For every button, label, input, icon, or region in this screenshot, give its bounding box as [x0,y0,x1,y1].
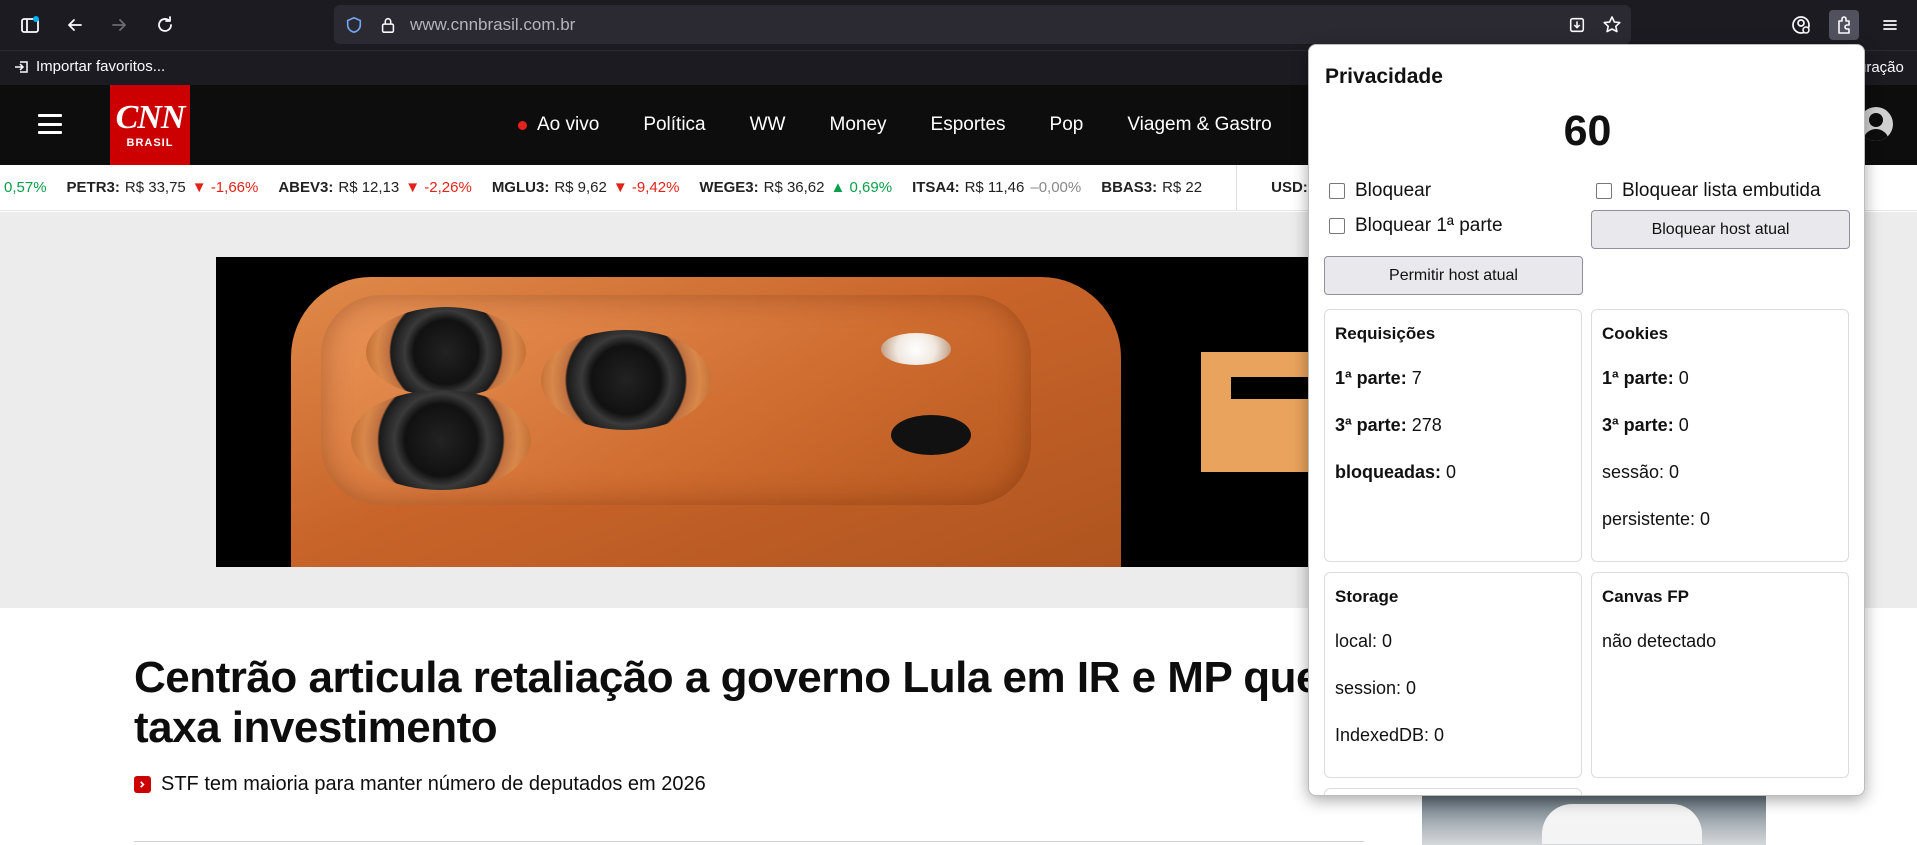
shield-icon[interactable] [344,15,364,35]
cookies-session: sessão: 0 [1602,462,1680,482]
lock-icon[interactable] [378,15,398,35]
phone-image [291,277,1121,567]
checkbox-icon[interactable] [1329,183,1345,199]
content-divider [134,841,1364,842]
block-first-party-checkbox[interactable]: Bloquear 1ª parte [1329,215,1503,237]
storage-session: session: 0 [1335,678,1417,698]
cookies-persistent: persistente: 0 [1602,509,1711,529]
nav-item-money[interactable]: Money [830,114,887,136]
requests-card: Requisições 1ª parte: 7 3ª parte: 278 bl… [1324,309,1582,562]
block-list-checkbox[interactable]: Bloquear lista embutida [1596,180,1821,202]
requests-blocked: bloqueadas: 0 [1335,462,1457,482]
nav-item-ao-vivo[interactable]: Ao vivo [518,114,599,136]
privacy-score: 60 [1563,107,1612,155]
requests-third-party: 3ª parte: 278 [1335,415,1442,435]
nav-item-ww[interactable]: WW [750,114,786,136]
import-bookmarks-link[interactable]: Importar favoritos... [14,58,165,75]
ticker-first-change: 0,57% [4,179,47,196]
chevron-right-icon [134,776,151,793]
checkbox-icon[interactable] [1329,218,1345,234]
import-bookmarks-label: Importar favoritos... [36,58,166,75]
ticker-item[interactable]: ITSA4: R$ 11,46–0,00% [912,179,1081,196]
nav-item-politica[interactable]: Política [643,114,705,136]
bookmark-star-icon[interactable] [1602,15,1622,35]
cookies-first-party: 1ª parte: 0 [1602,368,1689,388]
ticker-item[interactable]: BBAS3: R$ 22 [1101,179,1208,196]
ticker-item[interactable]: ABEV3: R$ 12,13 ▼ -2,26% [278,179,471,196]
main-nav: Ao vivo Política WW Money Esportes Pop V… [518,85,1316,165]
account-icon[interactable] [1786,10,1816,40]
cookies-third-party: 3ª parte: 0 [1602,415,1689,435]
cookies-card: Cookies 1ª parte: 0 3ª parte: 0 sessão: … [1591,309,1849,562]
storage-indexeddb: IndexedDB: 0 [1335,725,1445,745]
url-text[interactable]: www.cnnbrasil.com.br [410,15,575,35]
import-icon [15,60,28,73]
ticker-item[interactable]: MGLU3: R$ 9,62 ▼ -9,42% [492,179,680,196]
browser-toolbar: www.cnnbrasil.com.br [0,0,1917,50]
canvas-fp-status: não detectado [1602,631,1717,651]
block-host-button[interactable]: Bloquear host atual [1591,210,1850,249]
menu-hamburger-icon[interactable] [1875,10,1905,40]
storage-card: Storage local: 0 session: 0 IndexedDB: 0 [1324,572,1582,778]
ticker-item[interactable]: WEGE3: R$ 36,62 ▲ 0,69% [699,179,892,196]
canvas-fp-card: Canvas FP não detectado [1591,572,1849,778]
nav-item-viagem-gastro[interactable]: Viagem & Gastro [1127,114,1271,136]
requests-first-party: 1ª parte: 7 [1335,368,1422,388]
ticker-item[interactable]: PETR3: R$ 33,75 ▼ -1,66% [67,179,259,196]
side-article-image[interactable] [1422,794,1766,845]
popup-title: Privacidade [1325,65,1443,88]
url-bar[interactable]: www.cnnbrasil.com.br [334,5,1631,44]
checkbox-icon[interactable] [1596,183,1612,199]
back-icon[interactable] [60,10,90,40]
ad-banner-image[interactable] [216,257,1346,567]
nav-item-esportes[interactable]: Esportes [931,114,1006,136]
save-page-icon[interactable] [1567,15,1587,35]
article-headline[interactable]: Centrão articula retaliação a governo Lu… [134,653,1354,753]
storage-local: local: 0 [1335,631,1393,651]
extensions-puzzle-icon[interactable] [1829,10,1859,40]
live-dot-icon [518,120,527,130]
site-menu-icon[interactable] [38,114,62,134]
reload-icon[interactable] [150,10,180,40]
next-card-edge [1324,788,1582,795]
forward-icon[interactable] [104,10,134,40]
related-article-link[interactable]: STF tem maioria para manter número de de… [134,773,706,796]
ticker-divider [1236,165,1238,210]
block-checkbox[interactable]: Bloquear [1329,180,1431,202]
allow-host-button[interactable]: Permitir host atual [1324,256,1583,295]
cnn-brasil-logo[interactable]: CNN BRASIL [110,85,190,165]
nav-item-pop[interactable]: Pop [1050,114,1084,136]
related-article-label: STF tem maioria para manter número de de… [161,773,706,795]
sidebar-toggle-icon[interactable] [15,10,45,40]
privacy-extension-popup: Privacidade 60 Bloquear Bloquear lista e… [1308,44,1865,796]
